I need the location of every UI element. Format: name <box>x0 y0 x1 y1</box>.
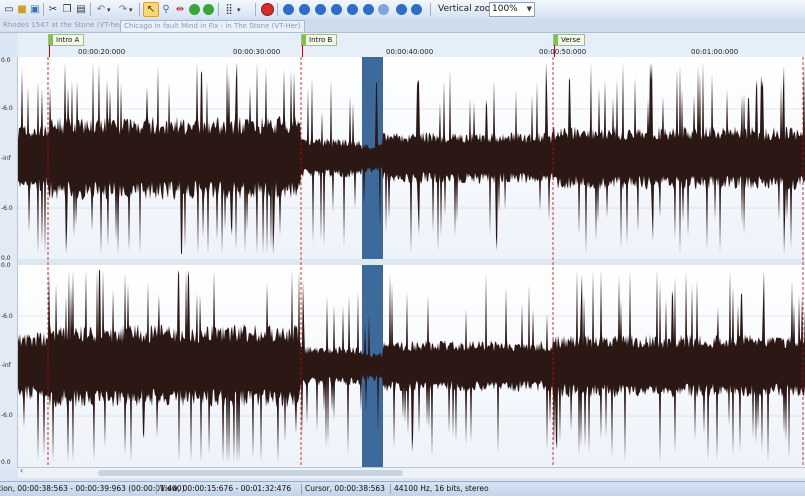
tab-label: Chicago in fault Mind in Fix - in The St… <box>124 22 301 30</box>
channel-right <box>18 265 805 467</box>
scale-label: -inf <box>1 155 11 162</box>
ruler-tick: 00:00:40:000 <box>386 48 434 56</box>
play-icon[interactable] <box>313 2 327 17</box>
green-next-icon[interactable] <box>201 2 215 17</box>
stop-icon[interactable] <box>345 2 359 17</box>
grid-dropdown-icon[interactable]: ▾ <box>237 2 241 17</box>
undo-dropdown-icon[interactable]: ▾ <box>107 2 111 17</box>
open-folder-icon[interactable]: ■ <box>15 2 29 17</box>
pause-icon[interactable] <box>361 2 375 17</box>
vertical-zoom-select[interactable]: 100% ▼ <box>489 2 535 17</box>
scale-label: 0.0 <box>1 57 11 64</box>
go-to-end-icon[interactable] <box>409 2 423 17</box>
timeline-ruler[interactable]: 00:00:20:000 00:00:30:000 00:00:40:000 0… <box>18 33 805 59</box>
status-format: 44100 Hz, 16 bits, stereo <box>394 484 489 493</box>
copy-icon[interactable]: ❐ <box>60 2 74 17</box>
scale-label: -6.0 <box>1 205 13 212</box>
redo-dropdown-icon[interactable]: ▾ <box>129 2 133 17</box>
new-file-icon[interactable]: ▭ <box>2 2 16 17</box>
scale-label: -6.0 <box>1 412 13 419</box>
scale-label: -6.0 <box>1 313 13 320</box>
paste-icon[interactable]: ▤ <box>74 2 88 17</box>
channel-divider[interactable] <box>18 259 805 265</box>
select-tool-icon[interactable]: ↖ <box>143 2 159 17</box>
scale-label: 0.0 <box>1 255 11 262</box>
cut-icon[interactable]: ✂ <box>46 2 60 17</box>
zoom-tool-icon[interactable]: ⚲ <box>159 2 173 17</box>
tab-document-2[interactable]: Chicago in fault Mind in Fix - in The St… <box>120 20 305 32</box>
amplitude-scale: 0.0 -6.0 -inf -6.0 0.0 0.0 -6.0 -inf -6.… <box>0 57 18 467</box>
ruler-tick: 00:00:30:000 <box>233 48 281 56</box>
save-icon[interactable]: ▣ <box>28 2 42 17</box>
undo-icon[interactable]: ↶ <box>94 2 108 17</box>
green-prev-icon[interactable] <box>187 2 201 17</box>
scroll-left-icon[interactable]: ‹ <box>20 466 23 475</box>
record-icon[interactable] <box>260 2 274 17</box>
loop-icon[interactable] <box>376 2 390 17</box>
scroll-thumb[interactable] <box>98 470 403 476</box>
vertical-zoom-value: 100% <box>492 4 518 14</box>
chevron-down-icon: ▼ <box>526 5 532 13</box>
scale-label: -inf <box>1 362 11 369</box>
ruler-tick: 00:01:00:000 <box>691 48 739 56</box>
scale-label: 0.0 <box>1 459 11 466</box>
scale-label: 0.0 <box>1 262 11 269</box>
grid-icon[interactable]: ⣿ <box>222 2 236 17</box>
status-view: View, 00:00:15:676 - 00:01:32:476 <box>160 484 292 493</box>
marker-intro-b[interactable]: Intro B <box>301 34 338 59</box>
status-bar: Selection, 00:00:38:563 - 00:00:39:963 (… <box>0 481 805 496</box>
marker-intro-a[interactable]: Intro A <box>48 34 85 59</box>
toolbar: ▭ ■ ▣ ✂ ❐ ▤ ↶ ▾ ↷ ▾ ↖ ⚲ ⇹ ⣿ ▾ Vertical z… <box>0 0 805 20</box>
document-tabs: Rhodes 1547 at the Stone (VT-her) Chicag… <box>0 19 805 33</box>
marker-verse[interactable]: Verse <box>553 34 586 59</box>
play-selection-icon[interactable] <box>329 2 343 17</box>
horizontal-scrollbar[interactable]: ‹ <box>18 466 805 478</box>
redo-icon[interactable]: ↷ <box>116 2 130 17</box>
go-to-start-icon[interactable] <box>281 2 295 17</box>
scale-label: -6.0 <box>1 105 13 112</box>
tab-document-1[interactable]: Rhodes 1547 at the Stone (VT-her) <box>0 20 121 31</box>
channel-left <box>18 57 805 259</box>
split-tool-icon[interactable]: ⇹ <box>173 2 187 17</box>
ruler-tick: 00:00:20:000 <box>78 48 126 56</box>
fast-forward-icon[interactable] <box>394 2 408 17</box>
waveform-view[interactable] <box>18 57 805 467</box>
ruler-tick: 00:00:50:000 <box>539 48 587 56</box>
status-cursor: Cursor, 00:00:38:563 <box>305 484 385 493</box>
rewind-icon[interactable] <box>297 2 311 17</box>
tab-label: Rhodes 1547 at the Stone (VT-her) <box>3 21 121 29</box>
